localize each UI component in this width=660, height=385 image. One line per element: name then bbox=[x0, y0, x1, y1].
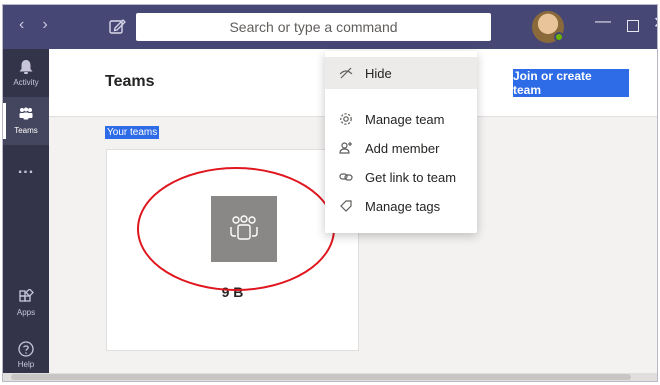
apps-icon bbox=[19, 289, 34, 302]
menu-item-add-member[interactable]: Add member bbox=[325, 132, 477, 164]
annotation-circle bbox=[137, 167, 335, 291]
join-or-create-team-button[interactable]: Join or create team bbox=[513, 69, 629, 97]
minimize-icon[interactable]: — bbox=[595, 13, 611, 31]
rail-label: Help bbox=[17, 360, 35, 369]
compose-icon[interactable] bbox=[106, 15, 128, 37]
menu-item-manage-team[interactable]: Manage team bbox=[325, 103, 477, 135]
gear-icon bbox=[340, 113, 352, 125]
menu-label: Manage tags bbox=[365, 198, 441, 214]
chevron-right-icon[interactable]: › bbox=[42, 16, 47, 34]
title-bar: ‹ › Search or type a command — ✕ bbox=[3, 5, 657, 49]
rail-label: ... bbox=[17, 160, 35, 177]
team-context-menu: Hide Manage team Add member Get link to … bbox=[325, 51, 477, 233]
rail-item-activity[interactable]: Activity bbox=[3, 49, 49, 97]
menu-item-hide[interactable]: Hide bbox=[325, 57, 477, 89]
add-person-icon bbox=[339, 142, 352, 154]
page-title: Teams bbox=[105, 73, 155, 90]
menu-label: Add member bbox=[365, 140, 440, 156]
search-input[interactable]: Search or type a command bbox=[136, 13, 491, 41]
your-teams-label: Your teams bbox=[105, 126, 160, 139]
chevron-left-icon[interactable]: ‹ bbox=[19, 16, 24, 34]
tag-icon bbox=[340, 200, 352, 212]
close-icon[interactable]: ✕ bbox=[653, 13, 657, 33]
teams-window: ‹ › Search or type a command — ✕ Activit… bbox=[2, 4, 658, 382]
rail-item-help[interactable]: Help bbox=[3, 331, 49, 375]
menu-item-manage-tags[interactable]: Manage tags bbox=[325, 190, 477, 222]
link-icon bbox=[339, 173, 353, 181]
rail-label: Activity bbox=[13, 78, 39, 87]
menu-item-get-link[interactable]: Get link to team bbox=[325, 161, 477, 193]
rail-label: Apps bbox=[16, 308, 36, 317]
rail-item-apps[interactable]: Apps bbox=[3, 279, 49, 327]
menu-label: Hide bbox=[365, 65, 392, 81]
scrollbar-thumb[interactable] bbox=[11, 374, 631, 380]
hide-icon bbox=[339, 67, 353, 79]
help-icon bbox=[18, 341, 34, 357]
more-icon[interactable]: ... bbox=[3, 145, 49, 193]
nav-arrows: ‹ › bbox=[19, 16, 48, 34]
rail-label: Teams bbox=[14, 126, 38, 135]
rail-item-teams[interactable]: Teams bbox=[3, 97, 49, 145]
menu-label: Manage team bbox=[365, 111, 445, 127]
teams-icon bbox=[19, 107, 33, 120]
app-rail: Activity Teams ... Apps Help bbox=[3, 49, 49, 381]
horizontal-scrollbar[interactable] bbox=[3, 373, 657, 381]
maximize-icon[interactable] bbox=[627, 20, 639, 32]
bell-icon bbox=[19, 60, 33, 74]
menu-label: Get link to team bbox=[365, 169, 457, 185]
presence-status-icon bbox=[554, 32, 564, 42]
